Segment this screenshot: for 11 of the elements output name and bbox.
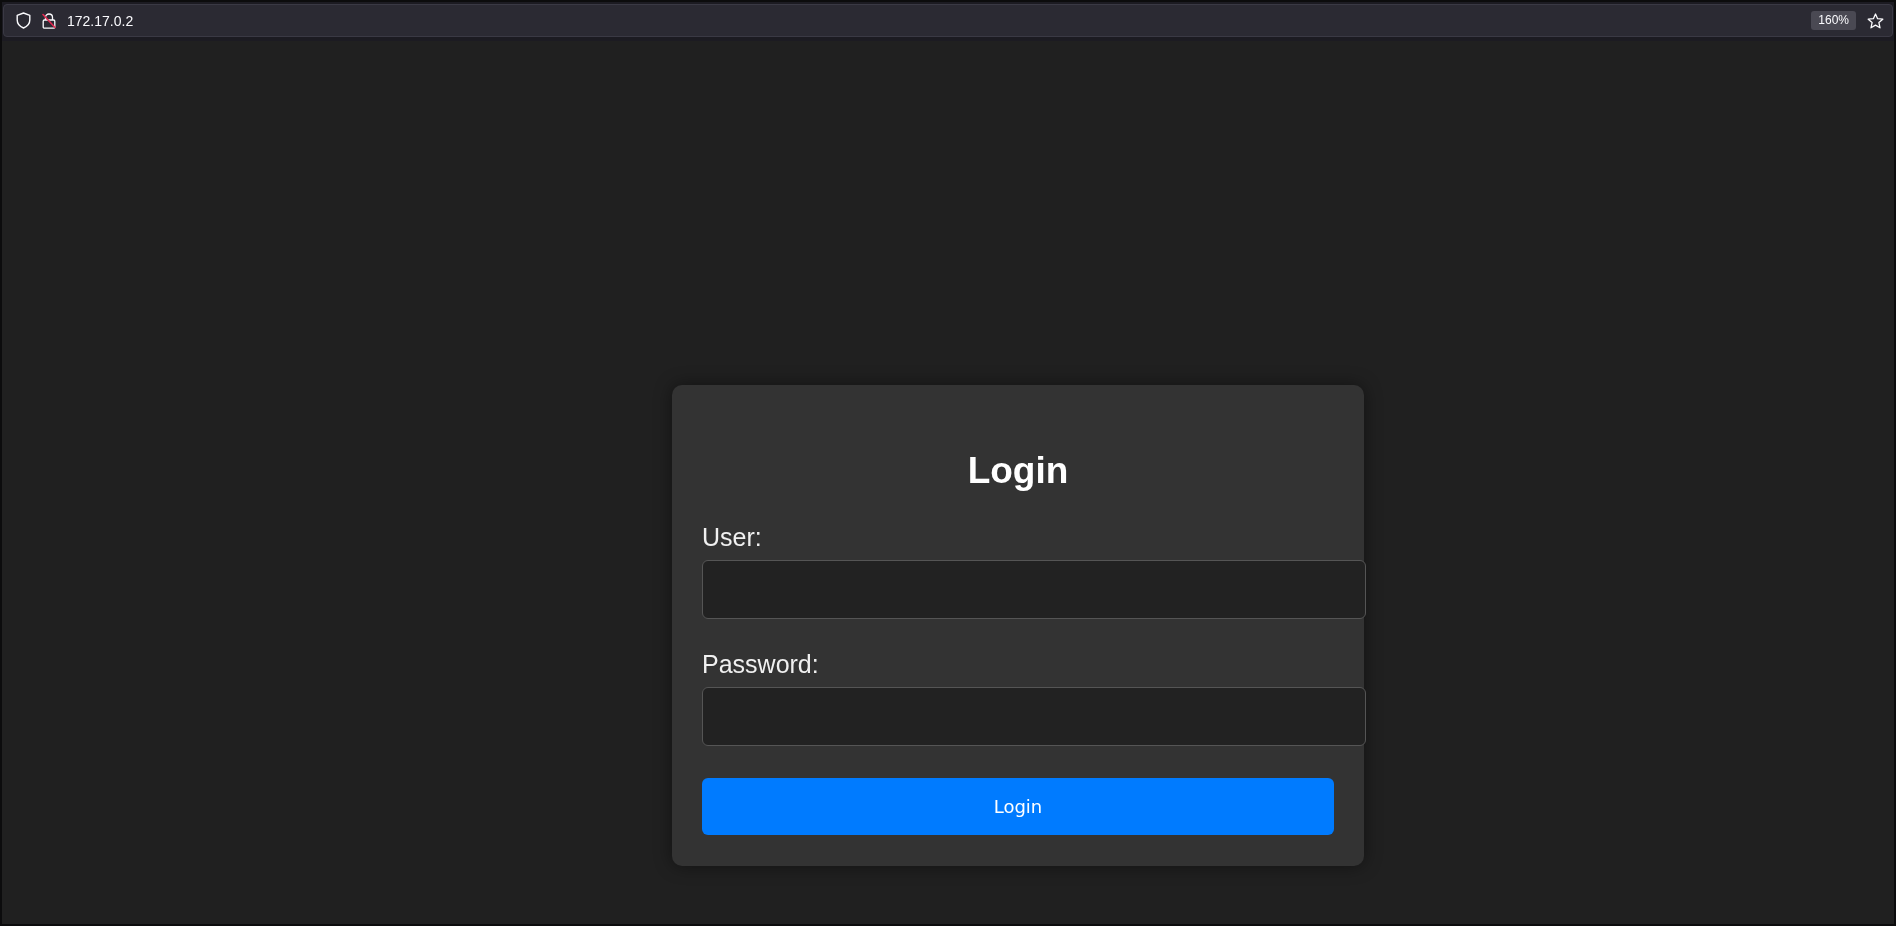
url-text[interactable]: 172.17.0.2 [67,11,134,30]
shield-icon[interactable] [16,12,31,29]
field-label: Password: [702,650,819,678]
zoom-level-button[interactable]: 160% [1811,11,1856,30]
login-button[interactable]: Login [702,778,1334,835]
login-title: Login [967,450,1069,492]
text-input[interactable] [702,560,1366,619]
star-icon[interactable] [1867,12,1884,29]
text-input[interactable] [702,687,1366,746]
crossed-lock-icon[interactable] [42,12,56,29]
field-label: User: [702,523,762,551]
